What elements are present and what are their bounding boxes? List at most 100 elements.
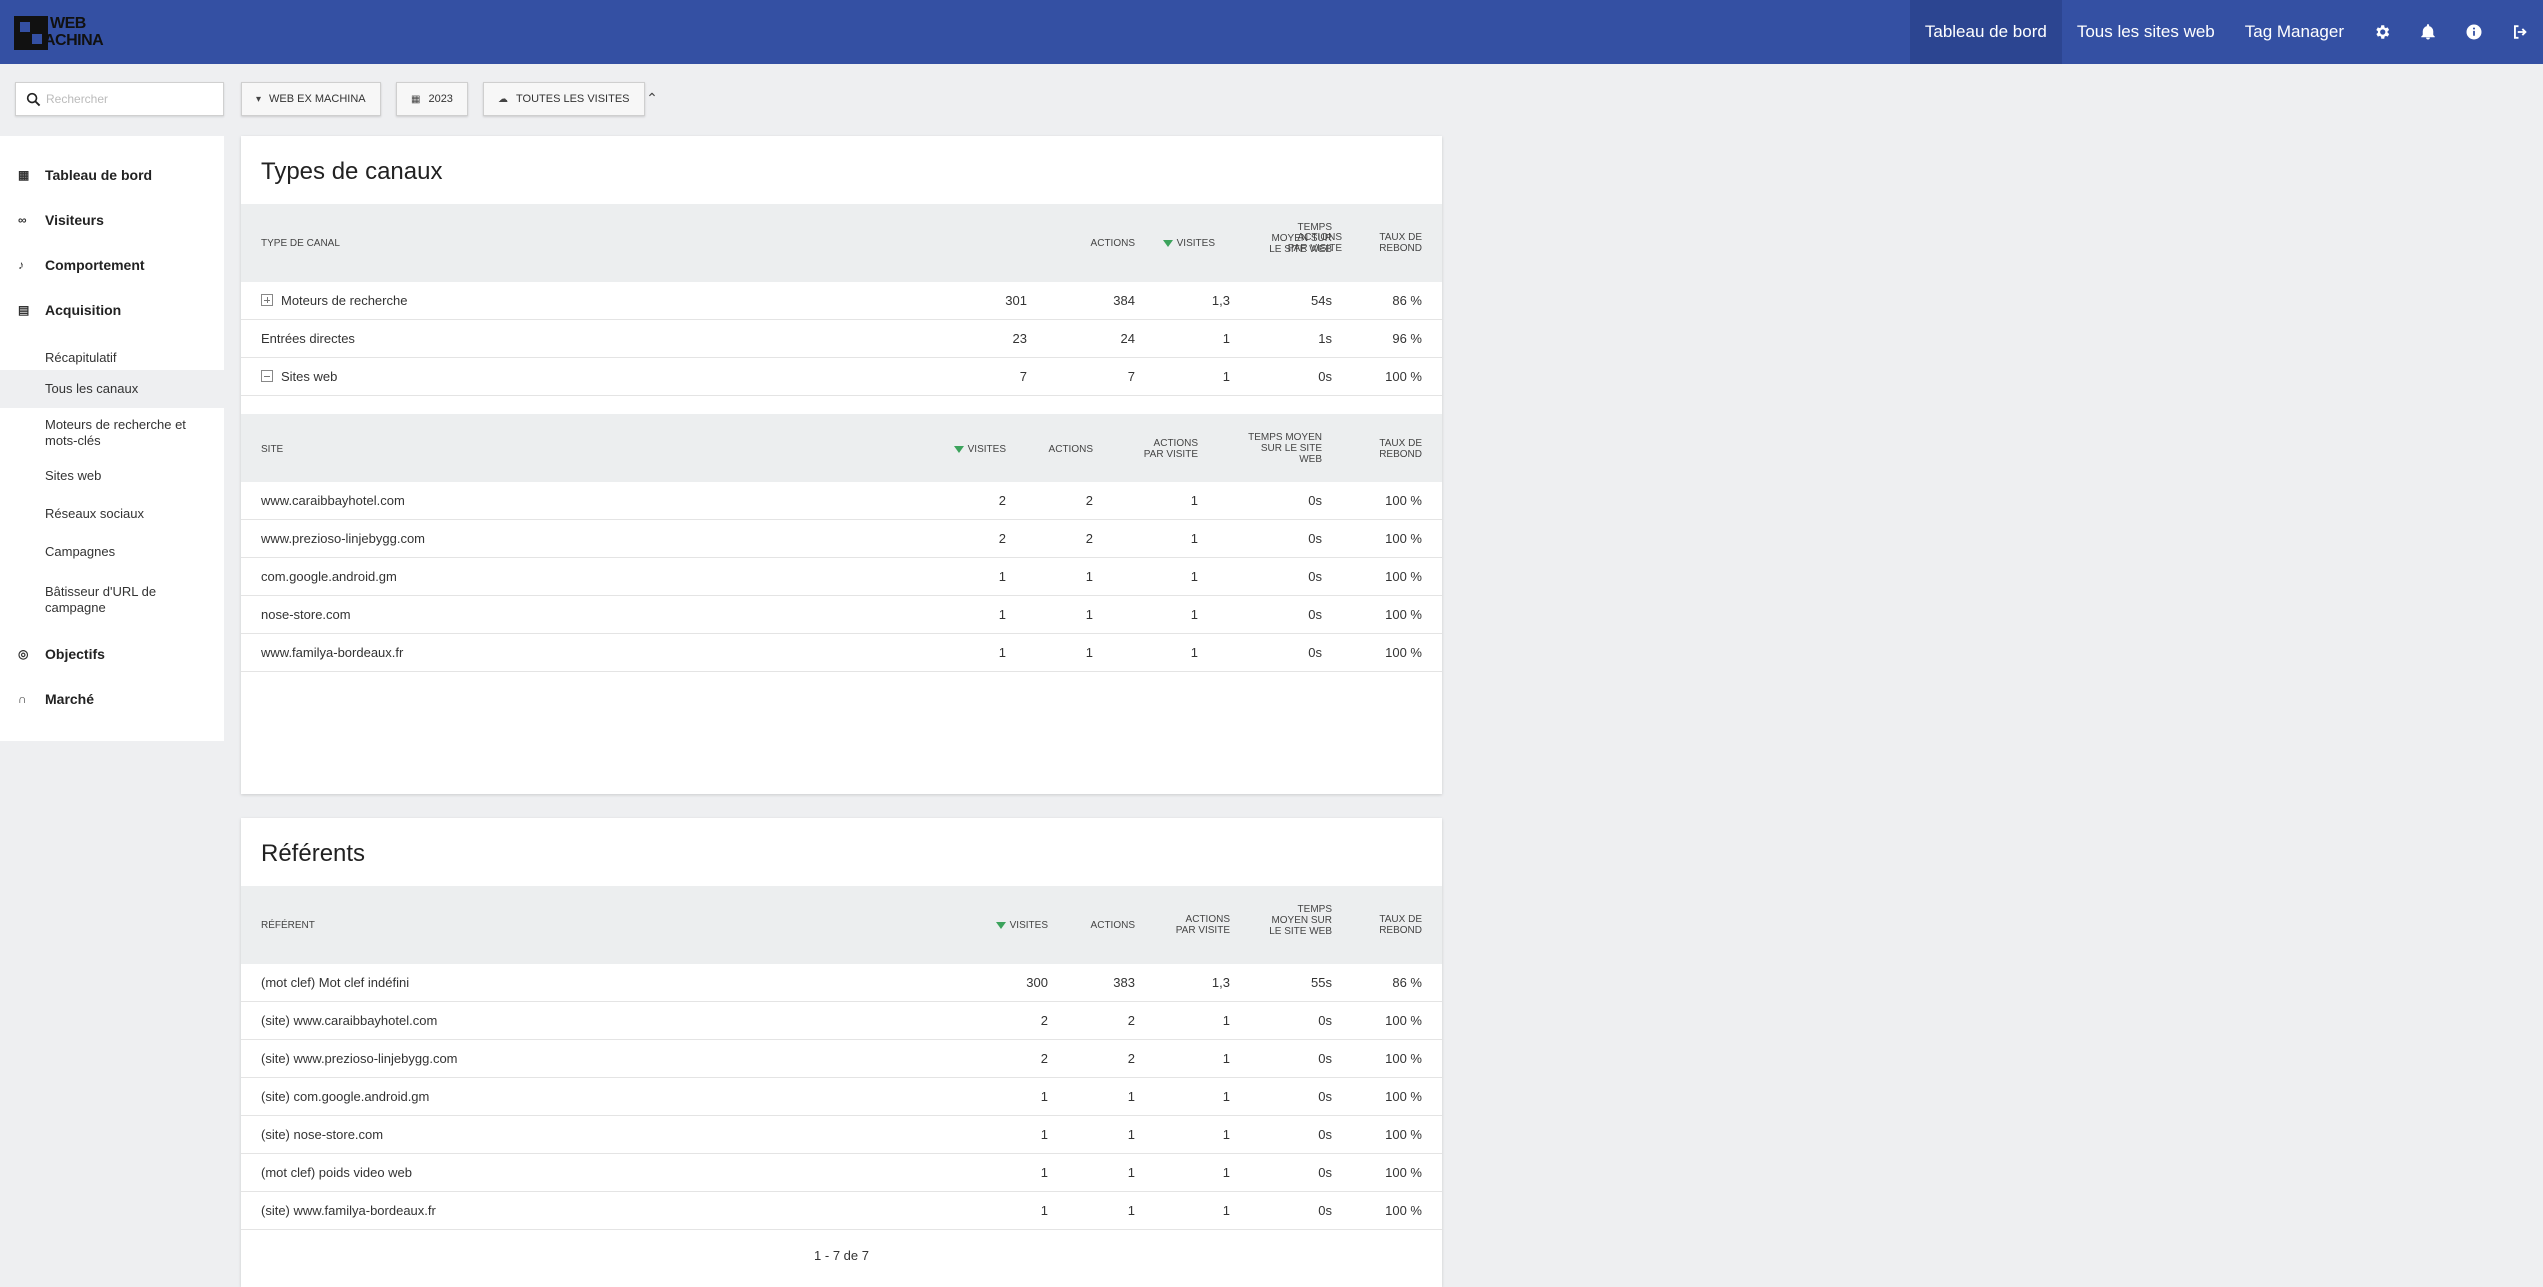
actions-per-visit-cell: 1,3	[1211, 293, 1230, 308]
avg-time-cell: 0s	[1308, 607, 1322, 622]
referrer-cell: (site) com.google.android.gm	[261, 1089, 430, 1104]
actions-per-visit-cell: 1	[1190, 493, 1198, 508]
column-header-avg-time[interactable]: TEMPS MOYEN SUR LE SITE WEB	[1264, 222, 1332, 255]
avg-time-cell: 0s	[1318, 1051, 1332, 1066]
column-header-bounce-rate[interactable]: TAUX DE REBOND	[1358, 438, 1422, 460]
visits-cell: 2	[1040, 1013, 1048, 1028]
subtable-row[interactable]: www.familya-bordeaux.fr 1 1 1 0s 100 %	[241, 634, 1442, 672]
column-header-actions-per-visit[interactable]: ACTIONS PAR VISITE	[1138, 438, 1198, 460]
table-row[interactable]: (site) nose-store.com 1 1 1 0s 100 %	[241, 1116, 1442, 1154]
actions-per-visit-cell: 1	[1222, 1127, 1230, 1142]
column-header-actions[interactable]: ACTIONS	[1091, 238, 1135, 249]
search-input[interactable]	[46, 89, 216, 109]
actions-per-visit-cell: 1	[1222, 1165, 1230, 1180]
pagination-info: 1 - 7 de 7	[814, 1248, 869, 1263]
gear-icon[interactable]	[2359, 0, 2405, 64]
subtable-row[interactable]: nose-store.com 1 1 1 0s 100 %	[241, 596, 1442, 634]
nav-tag-manager[interactable]: Tag Manager	[2230, 0, 2359, 64]
collapse-icon[interactable]	[261, 370, 273, 382]
sidebar-item-dashboard[interactable]: ▦ Tableau de bord	[0, 160, 224, 190]
actions-cell: 1	[1127, 1165, 1135, 1180]
column-header-avg-time[interactable]: TEMPS MOYEN SUR LE SITE WEB	[1264, 904, 1332, 937]
info-icon[interactable]	[2451, 0, 2497, 64]
column-header-bounce-rate[interactable]: TAUX DE REBOND	[1358, 914, 1422, 936]
logo-text-line2: ACHINA	[44, 32, 104, 49]
avg-time-cell: 0s	[1308, 645, 1322, 660]
avg-time-cell: 0s	[1318, 1203, 1332, 1218]
column-header-actions[interactable]: ACTIONS	[1049, 444, 1093, 455]
column-header-visits[interactable]: VISITES	[953, 444, 1006, 455]
column-header-visits[interactable]: VISITES	[995, 920, 1048, 931]
nav-dashboard[interactable]: Tableau de bord	[1909, 0, 2062, 64]
calendar-icon: ▤	[18, 303, 30, 317]
subtable-row[interactable]: www.caraibbayhotel.com 2 2 1 0s 100 %	[241, 482, 1442, 520]
actions-cell: 1	[1127, 1089, 1135, 1104]
column-header-label[interactable]: TYPE DE CANAL	[261, 238, 340, 249]
sidebar-item-behaviour[interactable]: ♪ Comportement	[0, 250, 224, 280]
sidebar-item-marketplace[interactable]: ∩ Marché	[0, 684, 224, 714]
table-row[interactable]: (site) www.caraibbayhotel.com 2 2 1 0s 1…	[241, 1002, 1442, 1040]
table-row[interactable]: Sites web 7 7 1 0s 100 %	[241, 358, 1442, 396]
sidebar-item-acquisition[interactable]: ▤ Acquisition	[0, 295, 224, 325]
sidebar-subitem-campaigns[interactable]: Campagnes	[0, 544, 224, 564]
top-bar: WEB ACHINA Tableau de bord Tous les site…	[0, 0, 2543, 64]
column-header-bounce-rate[interactable]: TAUX DE REBOND	[1358, 232, 1422, 254]
subtable-row[interactable]: www.prezioso-linjebygg.com 2 2 1 0s 100 …	[241, 520, 1442, 558]
sidebar-subitem-websites[interactable]: Sites web	[0, 468, 224, 488]
sidebar-item-visitors[interactable]: ∞ Visiteurs	[0, 205, 224, 235]
actions-per-visit-cell: 1	[1222, 1013, 1230, 1028]
referrer-cell: (mot clef) Mot clef indéfini	[261, 975, 410, 990]
sidebar-item-goals[interactable]: ◎ Objectifs	[0, 639, 224, 669]
actions-cell: 2	[1085, 493, 1093, 508]
actions-cell: 2	[1085, 531, 1093, 546]
column-header-referrer[interactable]: RÉFÉRENT	[261, 920, 315, 931]
column-header-actions-per-visit[interactable]: ACTIONS PAR VISITE	[1170, 914, 1230, 936]
row-label-cell: Sites web	[261, 369, 337, 385]
table-row[interactable]: (mot clef) poids video web 1 1 1 0s 100 …	[241, 1154, 1442, 1192]
avg-time-cell: 54s	[1311, 293, 1332, 308]
nav-all-websites[interactable]: Tous les sites web	[2062, 0, 2230, 64]
avg-time-cell: 1s	[1318, 331, 1332, 346]
sidebar-subitem-social-networks[interactable]: Réseaux sociaux	[0, 506, 224, 526]
logout-icon[interactable]	[2497, 0, 2543, 64]
site-selector-label: WEB EX MACHINA	[269, 93, 366, 105]
sidebar-subitem-search-engines[interactable]: Moteurs de recherche et mots-clés	[0, 415, 210, 455]
site-selector-button[interactable]: ▾ WEB EX MACHINA	[241, 82, 381, 116]
bell-icon[interactable]	[2405, 0, 2451, 64]
logo[interactable]: WEB ACHINA	[14, 16, 114, 52]
table-row[interactable]: (site) www.prezioso-linjebygg.com 2 2 1 …	[241, 1040, 1442, 1078]
actions-cell: 1	[1085, 569, 1093, 584]
column-header-actions[interactable]: ACTIONS	[1091, 920, 1135, 931]
segment-selector-label: TOUTES LES VISITES	[516, 93, 630, 105]
segment-selector-button[interactable]: ☁ TOUTES LES VISITES	[483, 82, 645, 116]
visits-cell: 1	[1040, 1127, 1048, 1142]
visits-cell: 301	[1005, 293, 1027, 308]
collapse-toolbar-icon[interactable]: ⌃	[644, 88, 660, 108]
sidebar-subitem-campaign-url-builder[interactable]: Bâtisseur d'URL de campagne	[0, 584, 190, 624]
logo-mark	[14, 16, 48, 50]
subtable-row[interactable]: com.google.android.gm 1 1 1 0s 100 %	[241, 558, 1442, 596]
visits-cell: 1	[1040, 1089, 1048, 1104]
column-header-site[interactable]: SITE	[261, 444, 283, 455]
period-selector-button[interactable]: ▦ 2023	[396, 82, 468, 116]
actions-cell: 2	[1127, 1013, 1135, 1028]
actions-cell: 1	[1127, 1127, 1135, 1142]
site-cell: www.familya-bordeaux.fr	[261, 645, 404, 660]
table-row[interactable]: (site) www.familya-bordeaux.fr 1 1 1 0s …	[241, 1192, 1442, 1230]
table-row[interactable]: Entrées directes 23 24 1 1s 96 %	[241, 320, 1442, 358]
search-box[interactable]	[15, 82, 224, 116]
table-row[interactable]: Moteurs de recherche 301 384 1,3 54s 86 …	[241, 282, 1442, 320]
sidebar-subitem-all-channels[interactable]: Tous les canaux	[0, 370, 224, 408]
visits-cell: 1	[998, 607, 1006, 622]
sort-desc-icon	[953, 446, 964, 453]
table-header: RÉFÉRENT VISITES ACTIONS ACTIONS PAR VIS…	[241, 886, 1442, 964]
sidebar-subitem-summary[interactable]: Récapitulatif	[0, 343, 224, 373]
expand-icon[interactable]	[261, 294, 273, 306]
bounce-rate-cell: 86 %	[1392, 975, 1422, 990]
bounce-rate-cell: 100 %	[1385, 1127, 1422, 1142]
avg-time-cell: 0s	[1318, 1089, 1332, 1104]
column-header-visits[interactable]: VISITES	[1162, 238, 1215, 249]
table-row[interactable]: (site) com.google.android.gm 1 1 1 0s 10…	[241, 1078, 1442, 1116]
column-header-avg-time[interactable]: TEMPS MOYEN SUR LE SITE WEB	[1242, 432, 1322, 465]
table-row[interactable]: (mot clef) Mot clef indéfini 300 383 1,3…	[241, 964, 1442, 1002]
